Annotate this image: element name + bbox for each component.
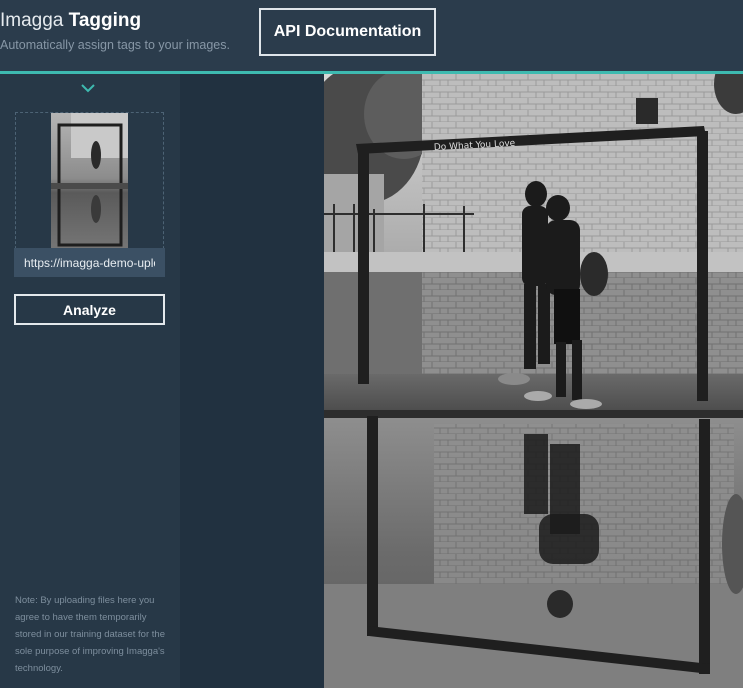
image-thumbnail bbox=[51, 113, 128, 258]
photo-scene: Do What You Love bbox=[324, 74, 743, 688]
brand-title: Imagga Tagging bbox=[0, 10, 141, 32]
image-dropzone[interactable]: Drop image bbox=[15, 112, 164, 259]
results-panel bbox=[180, 74, 324, 688]
sidebar: Drop image bbox=[0, 74, 180, 688]
chevron-down-icon[interactable] bbox=[80, 82, 96, 94]
header: Imagga Tagging Automatically assign tags… bbox=[0, 0, 743, 71]
brand-name: Imagga bbox=[0, 10, 64, 31]
api-documentation-button[interactable]: API Documentation bbox=[259, 8, 436, 56]
image-url-input[interactable] bbox=[14, 248, 165, 277]
upload-note: Note: By uploading files here you agree … bbox=[15, 595, 165, 674]
analyze-button[interactable]: Analyze bbox=[14, 294, 165, 325]
thumbnail-image bbox=[51, 113, 128, 258]
product-name: Tagging bbox=[68, 10, 142, 31]
brand-subtitle: Automatically assign tags to your images… bbox=[0, 38, 230, 52]
analyzed-image: Do What You Love bbox=[324, 74, 743, 688]
